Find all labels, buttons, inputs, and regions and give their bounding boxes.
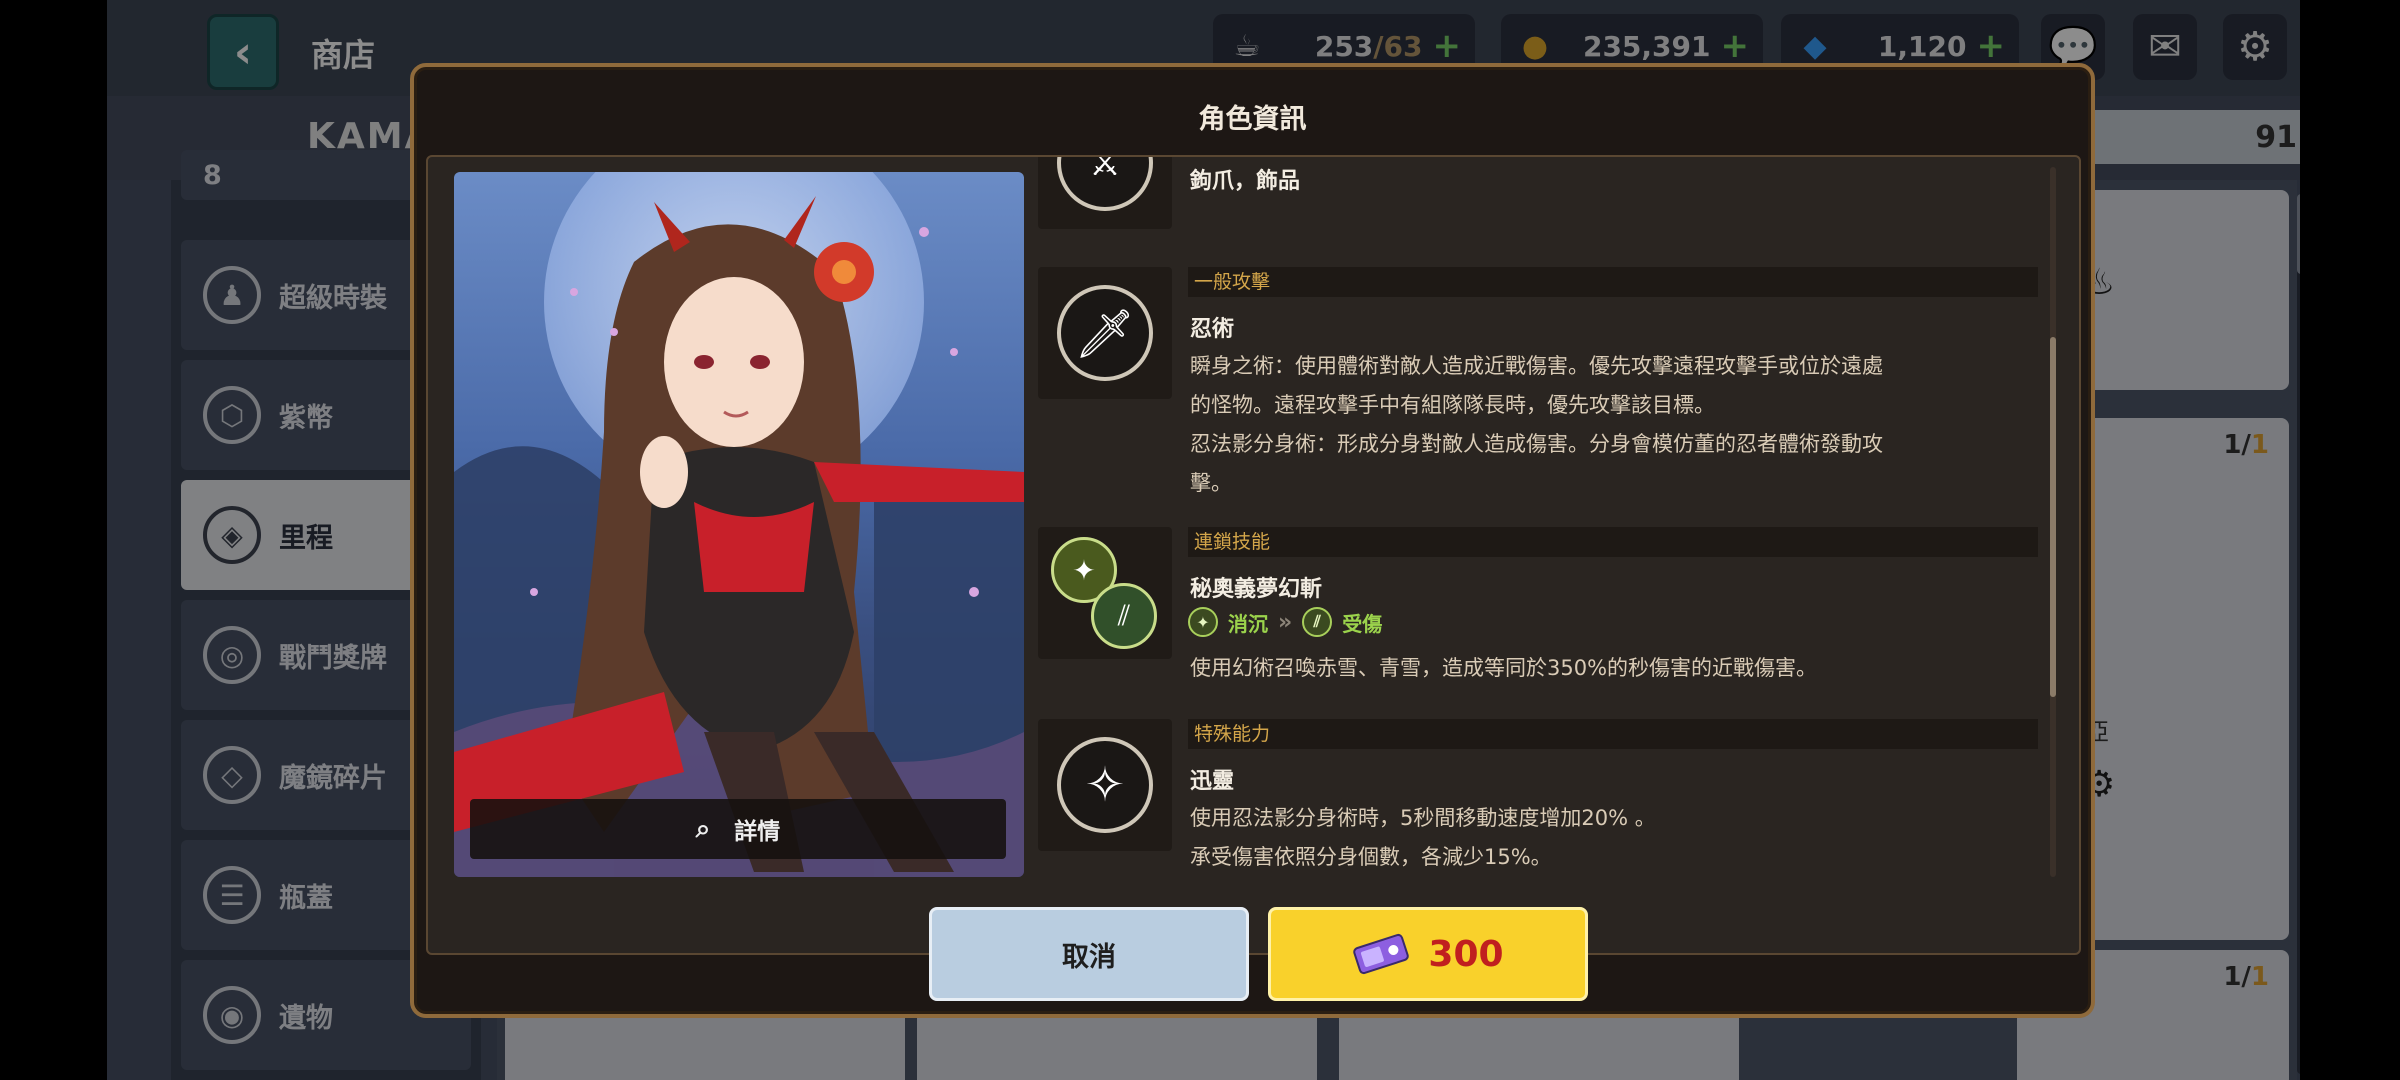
weapon-equip-icon: ⚔ [1057,157,1153,211]
purchase-price: 300 [1428,933,1504,975]
details-button[interactable]: ⌕ 詳情 [470,799,1006,859]
tag-depressed: 消沉 [1228,611,1268,636]
character-info-dialog: 角色資訊 ⌕ 詳情 ⚔ 鉤爪，飾品 🗡 一般攻擊 忍術 瞬身之術：使用體術對敵人… [410,63,2095,1018]
character-portrait: ⌕ 詳情 [454,172,1024,877]
double-chevron-icon: » [1278,609,1293,635]
character-illustration [454,172,1024,877]
skill-category: 特殊能力 [1188,719,2038,749]
wound-icon: ⫽ [1302,607,1333,637]
chain-skill-icon: ✦ ⫽ [1045,533,1165,653]
mileage-ticket-icon [1353,933,1410,975]
tag-wounded: 受傷 [1342,611,1383,636]
magnifier-icon: ⌕ [695,813,711,844]
details-label: 詳情 [734,819,781,845]
chain-tags: ✦ 消沉 » ⫽ 受傷 [1188,607,1382,637]
skill-name: 秘奧義夢幻斬 [1190,577,1323,602]
debuff-icon: ✦ [1188,607,1218,637]
skill-description: 使用忍法影分身術時，5秒間移動速度增加20% 。 承受傷害依照分身個數，各減少1… [1190,806,1656,869]
skill-description: 使用幻術召喚赤雪、青雪，造成等同於350%的秒傷害的近戰傷害。 [1190,656,1818,680]
skill-list[interactable]: ⚔ 鉤爪，飾品 🗡 一般攻擊 忍術 瞬身之術：使用體術對敵人造成近戰傷害。優先攻… [1038,157,2038,875]
sword-icon: 🗡 [1057,285,1153,381]
skill-name: 忍術 [1190,317,1235,342]
dialog-body: ⌕ 詳情 ⚔ 鉤爪，飾品 🗡 一般攻擊 忍術 瞬身之術：使用體術對敵人造成近戰傷… [426,155,2081,955]
skill-list-scrollbar-thumb[interactable] [2050,337,2056,697]
dialog-title: 角色資訊 [1198,104,1307,135]
skill-category: 一般攻擊 [1188,267,2038,297]
cancel-button[interactable]: 取消 [929,907,1249,1001]
skill-description: 瞬身之術：使用體術對敵人造成近戰傷害。優先攻擊遠程攻擊手或位於遠處 的怪物。遠程… [1190,354,1883,495]
sparkle-icon: ✧ [1057,737,1153,833]
purchase-button[interactable]: 300 [1268,907,1588,1001]
skill-name: 鉤爪，飾品 [1190,169,1301,194]
skill-category: 連鎖技能 [1188,527,2038,557]
skill-name: 迅靈 [1190,769,1235,794]
